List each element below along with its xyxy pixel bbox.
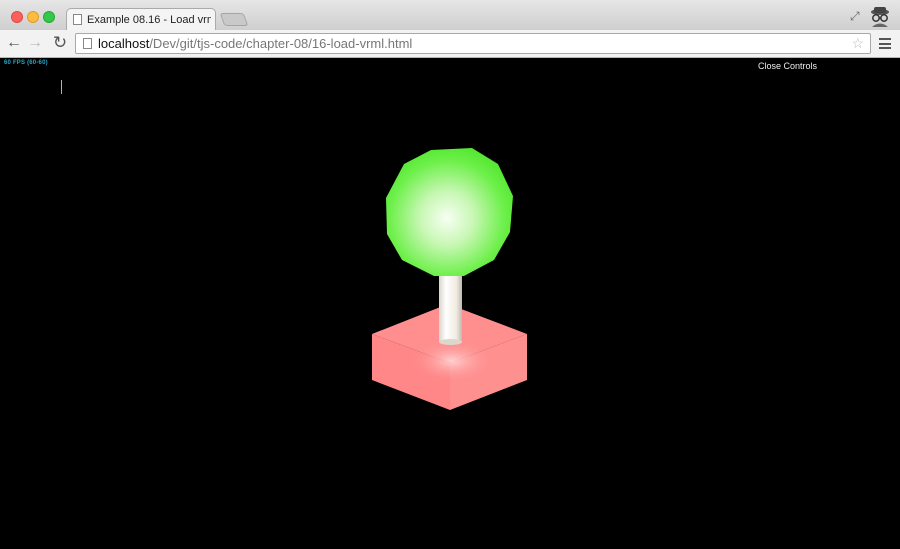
window-zoom-button[interactable] (43, 11, 55, 23)
fullscreen-icon[interactable]: ⤢ (850, 9, 860, 24)
page-icon (73, 14, 82, 25)
browser-tab[interactable]: Example 08.16 - Load vrml (66, 8, 216, 30)
window-titlebar: Example 08.16 - Load vrml ⤢ (0, 0, 900, 30)
reload-icon[interactable]: ↻ (51, 34, 69, 52)
green-sphere (386, 148, 513, 276)
address-bar[interactable]: localhost/Dev/git/tjs-code/chapter-08/16… (75, 33, 871, 54)
url-text[interactable]: localhost/Dev/git/tjs-code/chapter-08/16… (98, 36, 412, 51)
vrml-scene (372, 148, 527, 410)
page-icon (83, 38, 92, 49)
new-tab-button[interactable] (219, 13, 249, 26)
window-minimize-button[interactable] (27, 11, 39, 23)
browser-toolbar: ← → ↻ localhost/Dev/git/tjs-code/chapter… (0, 30, 900, 58)
hamburger-menu-icon[interactable] (879, 38, 891, 49)
url-path: /Dev/git/tjs-code/chapter-08/16-load-vrm… (149, 36, 413, 51)
incognito-icon (871, 7, 889, 27)
arrow-right-icon[interactable]: → (26, 34, 44, 52)
arrow-left-icon[interactable]: ← (5, 34, 23, 52)
window-close-button[interactable] (11, 11, 23, 23)
cylinder-post (439, 268, 462, 345)
tab-title: Example 08.16 - Load vrml (87, 13, 211, 26)
url-host: localhost (98, 36, 150, 51)
webgl-viewport[interactable]: 60 FPS (60-60) Close Controls (0, 58, 900, 549)
star-icon[interactable]: ☆ (851, 35, 864, 52)
